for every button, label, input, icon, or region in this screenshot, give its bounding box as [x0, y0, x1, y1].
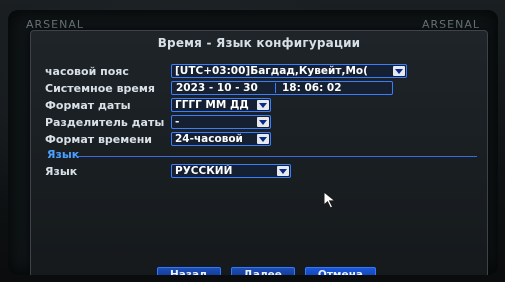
- language-section-divider: [76, 156, 477, 157]
- time-format-value: 24-часовой: [175, 133, 243, 145]
- system-time-control[interactable]: 2023 - 10 - 30 18: 06: 02: [171, 81, 393, 95]
- language-label: Язык: [45, 164, 78, 178]
- language-select[interactable]: РУССКИЙ: [171, 164, 291, 178]
- time-language-dialog: Время - Язык конфигурации часовой пояс […: [30, 30, 488, 275]
- cancel-button[interactable]: Отмена: [304, 267, 376, 275]
- timezone-label: часовой пояс: [45, 64, 129, 78]
- system-time-label: Системное время: [45, 81, 155, 95]
- language-section-title: Язык: [47, 148, 80, 161]
- language-value: РУССКИЙ: [175, 165, 233, 177]
- chevron-down-icon[interactable]: [257, 134, 269, 144]
- chevron-down-icon[interactable]: [277, 166, 289, 176]
- timezone-select[interactable]: [UTC+03:00]Багдад,Кувейт,Мо(: [171, 64, 407, 78]
- time-format-select[interactable]: 24-часовой: [171, 132, 271, 146]
- time-format-row: Формат времени: [45, 132, 169, 146]
- date-separator-control[interactable]: -: [171, 115, 271, 129]
- date-separator-select[interactable]: -: [171, 115, 271, 129]
- date-format-control[interactable]: ГГГГ ММ ДД: [171, 98, 271, 112]
- date-separator-row: Разделитель даты: [45, 115, 169, 129]
- back-button[interactable]: Назад: [157, 267, 221, 275]
- chevron-down-icon[interactable]: [257, 100, 269, 110]
- date-format-value: ГГГГ ММ ДД: [175, 99, 249, 111]
- timezone-row: часовой пояс: [45, 64, 169, 78]
- language-row: Язык: [45, 164, 169, 178]
- timezone-value: [UTC+03:00]Багдад,Кувейт,Мо(: [175, 65, 368, 77]
- date-separator-value: -: [175, 116, 180, 128]
- chevron-down-icon[interactable]: [257, 117, 269, 127]
- system-clock-part[interactable]: 18: 06: 02: [282, 82, 342, 95]
- system-time-separator: [275, 83, 276, 93]
- time-format-control[interactable]: 24-часовой: [171, 132, 271, 146]
- system-time-row: Системное время: [45, 81, 169, 95]
- date-format-label: Формат даты: [45, 98, 131, 112]
- date-format-row: Формат даты: [45, 98, 169, 112]
- monitor-screen: ARSENAL ARSENAL Время - Язык конфигураци…: [8, 10, 498, 275]
- dialog-title: Время - Язык конфигурации: [157, 36, 361, 50]
- time-format-label: Формат времени: [45, 132, 153, 146]
- dialog-buttons: Назад Далее Отмена: [157, 267, 376, 275]
- date-format-select[interactable]: ГГГГ ММ ДД: [171, 98, 271, 112]
- chevron-down-icon[interactable]: [393, 66, 405, 76]
- date-separator-label: Разделитель даты: [45, 115, 165, 129]
- system-time-input[interactable]: 2023 - 10 - 30 18: 06: 02: [171, 81, 393, 95]
- language-control[interactable]: РУССКИЙ: [171, 164, 291, 178]
- next-button[interactable]: Далее: [230, 267, 295, 275]
- system-date-part[interactable]: 2023 - 10 - 30: [176, 82, 258, 95]
- timezone-control[interactable]: [UTC+03:00]Багдад,Кувейт,Мо(: [171, 64, 407, 78]
